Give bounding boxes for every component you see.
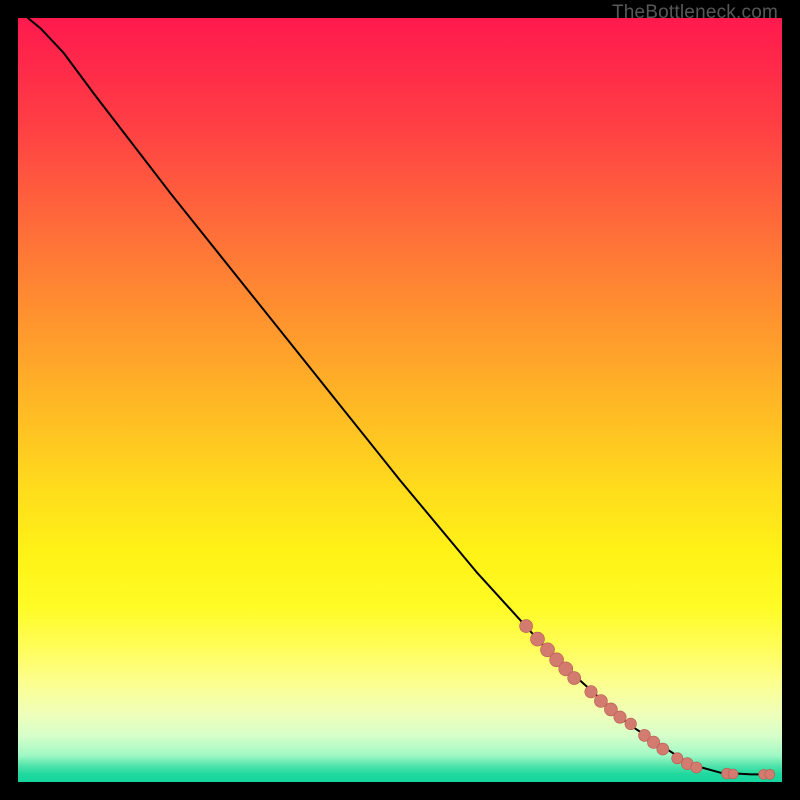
plot-area bbox=[18, 18, 782, 782]
watermark-text: TheBottleneck.com bbox=[612, 2, 778, 24]
data-dot bbox=[585, 686, 597, 698]
data-dot bbox=[531, 632, 545, 646]
data-dot bbox=[657, 743, 669, 755]
data-dot bbox=[728, 769, 738, 779]
data-dot bbox=[691, 762, 702, 773]
data-dot bbox=[568, 672, 581, 685]
curve-path bbox=[28, 18, 771, 774]
data-dot bbox=[765, 769, 775, 779]
data-dot bbox=[625, 718, 637, 730]
data-dot bbox=[614, 711, 626, 723]
bottleneck-curve bbox=[28, 18, 771, 774]
chart-frame: TheBottleneck.com bbox=[0, 0, 800, 800]
chart-svg bbox=[18, 18, 782, 782]
data-dots bbox=[520, 620, 775, 780]
data-dot bbox=[520, 620, 533, 633]
